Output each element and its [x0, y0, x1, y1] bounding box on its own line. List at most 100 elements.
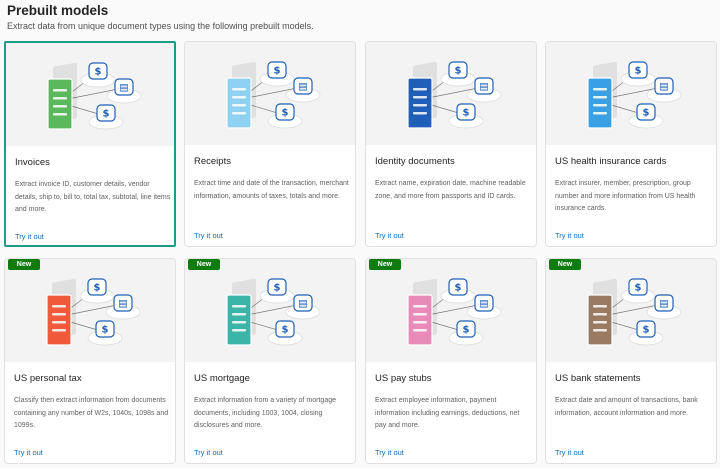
- new-badge: New: [188, 259, 220, 270]
- model-card[interactable]: $ ▤ $ Identity documents Extract name, expir…: [365, 41, 537, 247]
- dollar-icon: $: [259, 61, 295, 87]
- card-description: Extract time and date of the transaction…: [194, 180, 349, 200]
- svg-text:$: $: [95, 67, 102, 78]
- card-title: Invoices: [15, 157, 50, 168]
- svg-text:▤: ▤: [118, 299, 127, 310]
- card-illustration: $ ▤ $: [366, 259, 536, 362]
- card-illustration: $ ▤ $: [546, 42, 716, 145]
- svg-text:$: $: [455, 283, 462, 294]
- passport-icon: $ ▤ $: [407, 61, 502, 129]
- svg-text:▤: ▤: [479, 299, 488, 310]
- card-title: US health insurance cards: [555, 156, 667, 167]
- svg-text:$: $: [274, 66, 281, 77]
- try-it-out-link[interactable]: Try it out: [194, 231, 223, 240]
- document-icon: [407, 278, 437, 346]
- svg-text:$: $: [274, 283, 281, 294]
- document-icon: [226, 278, 256, 346]
- svg-text:▤: ▤: [298, 82, 307, 93]
- try-it-out-link[interactable]: Try it out: [375, 448, 404, 457]
- model-card[interactable]: $ ▤ $ New US bank statements Extract date and…: [545, 258, 717, 464]
- svg-text:$: $: [463, 325, 470, 336]
- svg-text:$: $: [643, 325, 650, 336]
- dollar-icon: $: [79, 278, 115, 304]
- mortgage-doc-icon: $ ▤ $: [226, 278, 321, 346]
- dollar-icon: $: [440, 278, 476, 304]
- card-illustration: $ ▤ $: [366, 42, 536, 145]
- card-description: Extract insurer, member, prescription, g…: [555, 180, 696, 213]
- document-icon: [587, 278, 617, 346]
- new-badge: New: [8, 259, 40, 270]
- card-description: Classify then extract information from d…: [14, 397, 169, 430]
- card-title: US bank statements: [555, 373, 641, 384]
- dollar-icon: $: [448, 103, 484, 129]
- card-illustration: $ ▤ $: [546, 259, 716, 362]
- dollar-icon: $: [620, 278, 656, 304]
- dollar-icon: $: [267, 320, 303, 346]
- try-it-out-link[interactable]: Try it out: [194, 448, 223, 457]
- bank-statement-icon: $ ▤ $: [587, 278, 682, 346]
- svg-text:▤: ▤: [298, 299, 307, 310]
- svg-text:$: $: [463, 108, 470, 119]
- dollar-icon: $: [88, 104, 124, 130]
- pay-stub-icon: $ ▤ $: [407, 278, 502, 346]
- svg-text:▤: ▤: [479, 82, 488, 93]
- try-it-out-link[interactable]: Try it out: [14, 448, 43, 457]
- card-description: Extract invoice ID, customer details, ve…: [15, 181, 171, 214]
- card-description: Extract information from a variety of mo…: [194, 397, 336, 430]
- new-badge: New: [369, 259, 401, 270]
- dollar-icon: $: [440, 61, 476, 87]
- page-subtitle: Extract data from unique document types …: [7, 21, 314, 31]
- card-illustration: $ ▤ $: [5, 259, 175, 362]
- card-title: US mortgage: [194, 373, 250, 384]
- dollar-icon: $: [259, 278, 295, 304]
- card-title: US personal tax: [14, 373, 82, 384]
- card-illustration: $ ▤ $: [185, 42, 355, 145]
- card-title: Receipts: [194, 156, 231, 167]
- invoice-icon: $ ▤ $: [47, 62, 142, 130]
- model-card[interactable]: $ ▤ $ New US personal tax Classify then extra…: [4, 258, 176, 464]
- model-card[interactable]: $ ▤ $ New US pay stubs Extract employee infor…: [365, 258, 537, 464]
- card-illustration: $ ▤ $: [6, 43, 174, 146]
- health-card-icon: $ ▤ $: [587, 61, 682, 129]
- prebuilt-models-grid: $ ▤ $ Invoices Extract invoice ID, customer …: [4, 40, 717, 465]
- model-card[interactable]: $ ▤ $ Invoices Extract invoice ID, customer …: [4, 41, 176, 247]
- document-icon: [46, 278, 76, 346]
- svg-text:$: $: [94, 283, 101, 294]
- document-icon: [587, 61, 617, 129]
- card-description: Extract employee information, payment in…: [375, 397, 520, 430]
- document-icon: [47, 62, 77, 130]
- dollar-icon: $: [628, 320, 664, 346]
- dollar-icon: $: [267, 103, 303, 129]
- dollar-icon: $: [448, 320, 484, 346]
- card-description: Extract date and amount of transactions,…: [555, 397, 698, 417]
- try-it-out-link[interactable]: Try it out: [555, 448, 584, 457]
- svg-text:▤: ▤: [659, 299, 668, 310]
- tax-form-icon: $ ▤ $: [46, 278, 141, 346]
- new-badge: New: [549, 259, 581, 270]
- card-title: Identity documents: [375, 156, 455, 167]
- page-title: Prebuilt models: [7, 3, 109, 18]
- svg-text:$: $: [455, 66, 462, 77]
- dollar-icon: $: [628, 103, 664, 129]
- document-icon: [407, 61, 437, 129]
- dollar-icon: $: [80, 62, 116, 88]
- try-it-out-link[interactable]: Try it out: [555, 231, 584, 240]
- svg-text:$: $: [635, 66, 642, 77]
- svg-text:$: $: [635, 283, 642, 294]
- model-card[interactable]: $ ▤ $ Receipts Extract time and date of the …: [184, 41, 356, 247]
- document-icon: [226, 61, 256, 129]
- model-card[interactable]: $ ▤ $ US health insurance cards Extract insu…: [545, 41, 717, 247]
- receipt-icon: $ ▤ $: [226, 61, 321, 129]
- svg-text:$: $: [282, 108, 289, 119]
- svg-text:$: $: [643, 108, 650, 119]
- svg-text:$: $: [282, 325, 289, 336]
- card-illustration: $ ▤ $: [185, 259, 355, 362]
- try-it-out-link[interactable]: Try it out: [15, 232, 44, 241]
- svg-text:▤: ▤: [659, 82, 668, 93]
- svg-text:$: $: [102, 325, 109, 336]
- svg-text:$: $: [103, 109, 110, 120]
- try-it-out-link[interactable]: Try it out: [375, 231, 404, 240]
- model-card[interactable]: $ ▤ $ New US mortgage Extract information fro…: [184, 258, 356, 464]
- card-description: Extract name, expiration date, machine r…: [375, 180, 526, 200]
- dollar-icon: $: [87, 320, 123, 346]
